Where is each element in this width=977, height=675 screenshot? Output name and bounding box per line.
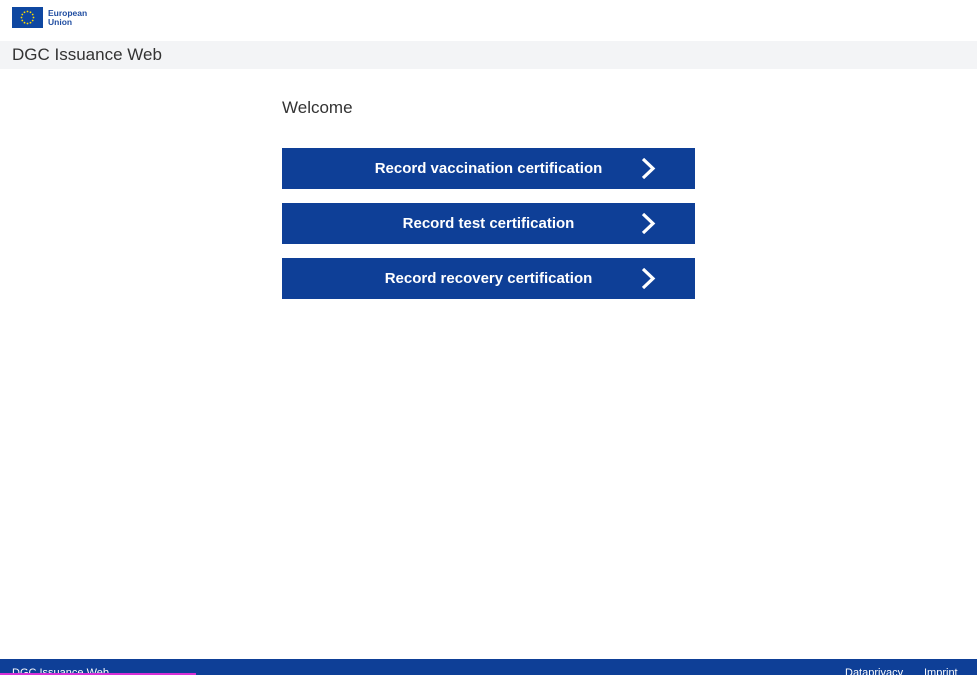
footer-link-imprint[interactable]: Imprint	[924, 667, 958, 675]
app-title: DGC Issuance Web	[12, 45, 162, 64]
record-test-label: Record test certification	[402, 215, 575, 232]
eu-logo-line2: Union	[48, 16, 73, 27]
chevron-right-icon	[641, 158, 656, 179]
title-bar: DGC Issuance Web	[0, 41, 977, 69]
chevron-right-icon	[641, 213, 656, 234]
main-content: Welcome Record vaccination certification…	[282, 96, 695, 313]
chevron-right-icon	[641, 268, 656, 289]
record-vaccination-button[interactable]: Record vaccination certification	[282, 148, 695, 189]
footer-link-dataprivacy[interactable]: Dataprivacy	[845, 667, 903, 675]
welcome-heading: Welcome	[282, 98, 353, 117]
footer: DGC Issuance Web Dataprivacy Imprint	[0, 659, 977, 675]
record-test-button[interactable]: Record test certification	[282, 203, 695, 244]
eu-flag-icon	[12, 7, 43, 28]
eu-logo[interactable]: European Union	[12, 7, 87, 28]
record-recovery-button[interactable]: Record recovery certification	[282, 258, 695, 299]
eu-logo-text: European Union	[48, 8, 87, 27]
record-vaccination-label: Record vaccination certification	[374, 160, 603, 177]
record-recovery-label: Record recovery certification	[384, 270, 593, 287]
top-bar: European Union	[0, 0, 977, 41]
